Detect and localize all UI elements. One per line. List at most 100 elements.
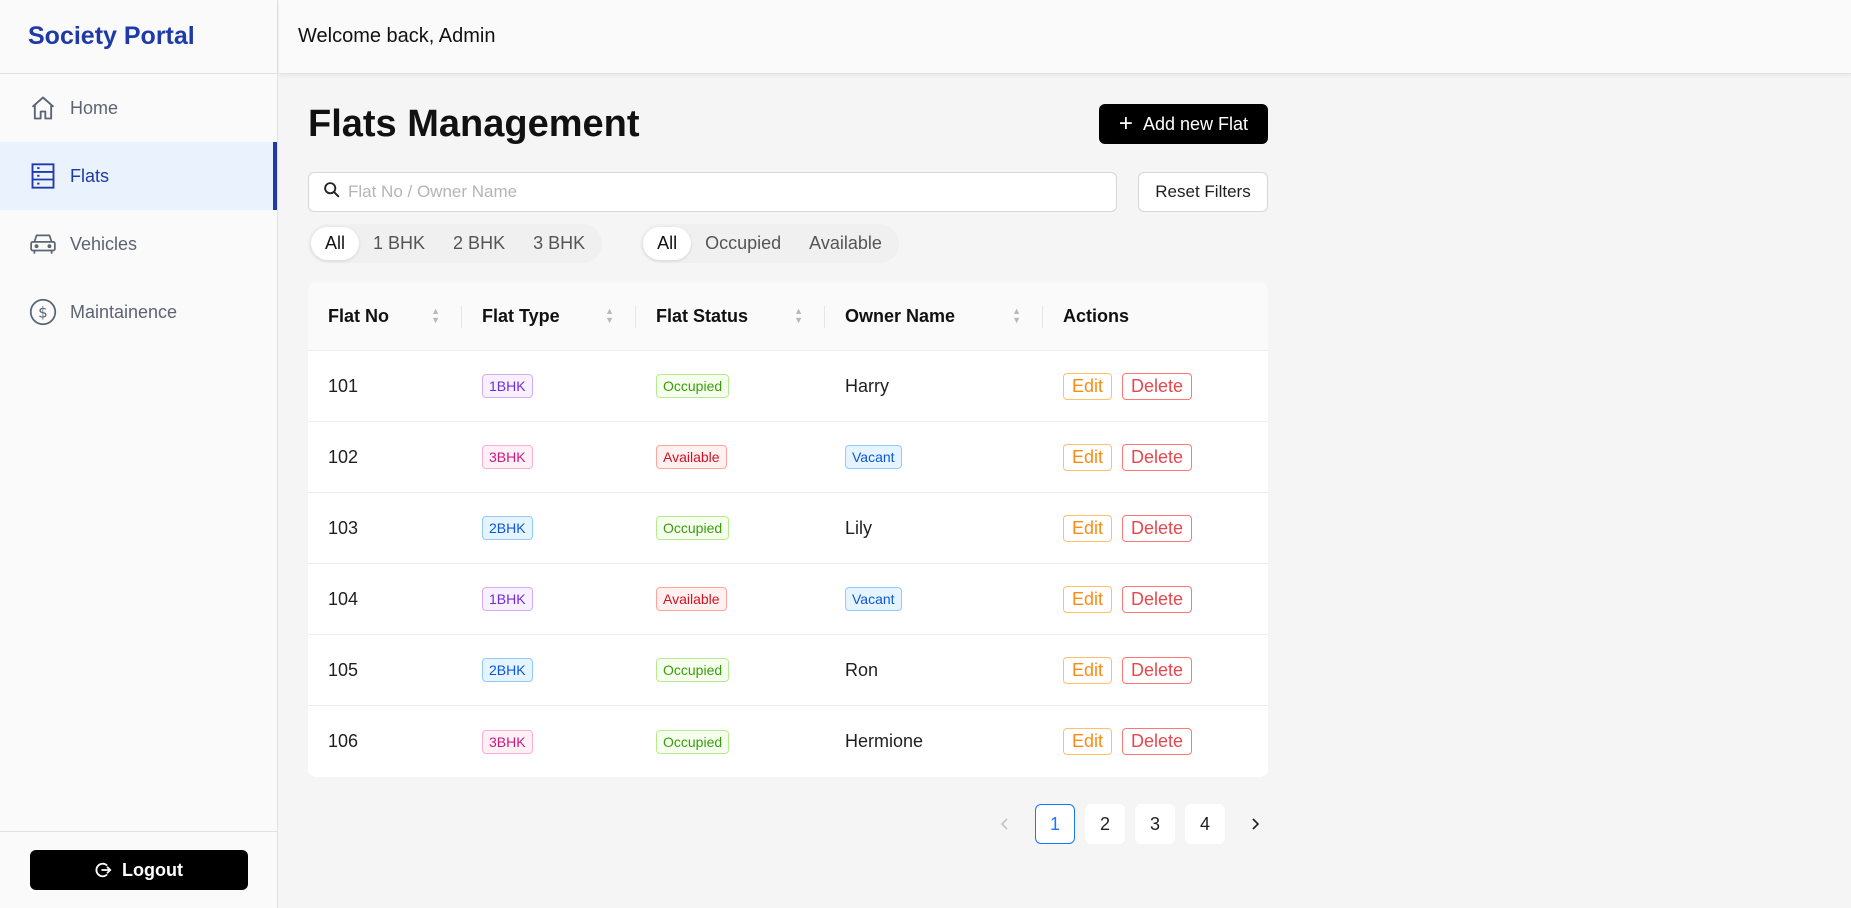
search-box — [308, 172, 1117, 212]
vacant-tag: Vacant — [845, 587, 902, 611]
sidebar-nav: Home Flats Vehicles $ Maintainence — [0, 74, 277, 346]
column-title: Flat Type — [482, 305, 560, 326]
filter-row: All 1 BHK 2 BHK 3 BHK All Occupied Avail… — [308, 223, 1268, 263]
flat-type-cell: 1BHK — [462, 351, 636, 421]
sort-icon[interactable]: ▲ ▼ — [1012, 307, 1021, 325]
main-content: Flats Management + Add new Flat Reset Fi… — [308, 74, 1268, 777]
top-header: Welcome back, Admin — [279, 0, 1851, 74]
vacant-tag: Vacant — [845, 445, 902, 469]
flat-status-cell: Occupied — [636, 706, 825, 777]
table-header: Flat No ▲ ▼ Flat Type ▲ ▼ Flat Status ▲ ▼ O… — [308, 282, 1268, 351]
delete-button[interactable]: Delete — [1122, 514, 1193, 542]
flat-no-cell: 101 — [328, 375, 359, 396]
status-badge: Available — [656, 445, 727, 469]
sidebar-item-home[interactable]: Home — [0, 74, 277, 142]
status-badge: Occupied — [656, 374, 730, 398]
flat-type-tag: 3BHK — [482, 445, 533, 469]
column-title: Flat Status — [656, 305, 749, 326]
search-icon — [323, 181, 340, 203]
owner-name-cell: Harry — [845, 375, 889, 396]
prev-page-icon[interactable] — [985, 804, 1025, 844]
flat-type-cell: 2BHK — [462, 635, 636, 705]
svg-text:$: $ — [38, 304, 48, 322]
flat-status-cell: Available — [636, 422, 825, 492]
next-page-icon[interactable] — [1235, 804, 1275, 844]
flats-table: Flat No ▲ ▼ Flat Type ▲ ▼ Flat Status ▲ ▼ O… — [308, 282, 1268, 777]
logout-button[interactable]: Logout — [29, 850, 248, 890]
edit-button[interactable]: Edit — [1063, 443, 1113, 471]
flat-status-cell: Occupied — [636, 351, 825, 421]
page-button-2[interactable]: 2 — [1085, 804, 1125, 844]
edit-button[interactable]: Edit — [1063, 656, 1113, 684]
flat-no-cell: 104 — [328, 588, 359, 609]
actions-cell: Edit Delete — [1043, 493, 1268, 563]
edit-button[interactable]: Edit — [1063, 372, 1113, 400]
sort-icon[interactable]: ▲ ▼ — [794, 307, 803, 325]
column-header-actions: Actions — [1043, 282, 1268, 350]
sidebar-footer: Logout — [0, 831, 277, 908]
reset-filters-button[interactable]: Reset Filters — [1138, 172, 1268, 212]
title-row: Flats Management + Add new Flat — [308, 103, 1268, 145]
delete-button[interactable]: Delete — [1122, 656, 1193, 684]
search-input[interactable] — [348, 182, 1048, 202]
page-button-1[interactable]: 1 — [1035, 804, 1075, 844]
delete-button[interactable]: Delete — [1122, 728, 1193, 755]
flat-no-cell: 106 — [328, 731, 359, 751]
logout-label: Logout — [122, 859, 183, 880]
status-filter-all[interactable]: All — [643, 226, 692, 260]
column-header-owner-name[interactable]: Owner Name ▲ ▼ — [825, 282, 1043, 350]
column-header-flat-no[interactable]: Flat No ▲ ▼ — [308, 282, 462, 350]
column-title: Actions — [1063, 305, 1130, 326]
actions-cell: Edit Delete — [1043, 564, 1268, 634]
column-header-flat-type[interactable]: Flat Type ▲ ▼ — [462, 282, 636, 350]
status-badge: Occupied — [656, 658, 730, 682]
type-filter-all[interactable]: All — [311, 226, 360, 260]
sidebar-item-vehicles[interactable]: Vehicles — [0, 210, 277, 278]
welcome-text: Welcome back, Admin — [298, 25, 496, 47]
delete-button[interactable]: Delete — [1122, 372, 1193, 400]
actions-cell: Edit Delete — [1043, 351, 1268, 421]
sort-icon[interactable]: ▲ ▼ — [431, 307, 440, 325]
brand-title: Society Portal — [0, 0, 277, 74]
flat-type-tag: 2BHK — [482, 516, 533, 540]
table-row: 103 2BHK Occupied Lily Edit Delete — [308, 493, 1268, 564]
pagination: 1 2 3 4 — [985, 804, 1285, 844]
sidebar-item-label: Maintainence — [70, 301, 178, 322]
column-header-flat-status[interactable]: Flat Status ▲ ▼ — [636, 282, 825, 350]
type-filter-1bhk[interactable]: 1 BHK — [359, 227, 439, 260]
flat-status-cell: Available — [636, 564, 825, 634]
edit-button[interactable]: Edit — [1063, 585, 1113, 613]
building-icon — [28, 161, 58, 191]
dollar-icon: $ — [28, 297, 58, 327]
status-filter-occupied[interactable]: Occupied — [691, 227, 795, 260]
type-filter-3bhk[interactable]: 3 BHK — [519, 227, 599, 260]
column-title: Owner Name — [845, 305, 956, 326]
flat-no-cell: 102 — [328, 446, 359, 467]
flat-no-cell: 103 — [328, 517, 359, 538]
status-filter-available[interactable]: Available — [795, 227, 896, 260]
owner-name-cell: Vacant — [825, 564, 1043, 634]
car-icon — [28, 229, 58, 259]
sidebar-item-label: Vehicles — [70, 233, 138, 254]
page-button-4[interactable]: 4 — [1185, 804, 1225, 844]
actions-cell: Edit Delete — [1043, 422, 1268, 492]
owner-name-cell: Hermione — [845, 731, 924, 751]
sort-icon[interactable]: ▲ ▼ — [605, 307, 614, 325]
actions-cell: Edit Delete — [1043, 635, 1268, 705]
page-button-3[interactable]: 3 — [1135, 804, 1175, 844]
delete-button[interactable]: Delete — [1122, 585, 1193, 613]
delete-button[interactable]: Delete — [1122, 443, 1193, 471]
flat-type-cell: 1BHK — [462, 564, 636, 634]
sidebar-item-flats[interactable]: Flats — [0, 142, 277, 210]
edit-button[interactable]: Edit — [1063, 514, 1113, 542]
type-filter-2bhk[interactable]: 2 BHK — [439, 227, 519, 260]
status-badge: Occupied — [656, 516, 730, 540]
owner-name-cell: Lily — [845, 517, 873, 538]
sidebar: Society Portal Home Flats Vehicles $ Mai… — [0, 0, 278, 908]
add-flat-button[interactable]: + Add new Flat — [1098, 104, 1268, 144]
flat-no-cell: 105 — [328, 659, 359, 680]
edit-button[interactable]: Edit — [1063, 728, 1113, 755]
flat-status-cell: Occupied — [636, 493, 825, 563]
flat-type-cell: 3BHK — [462, 422, 636, 492]
sidebar-item-maintainence[interactable]: $ Maintainence — [0, 278, 277, 346]
